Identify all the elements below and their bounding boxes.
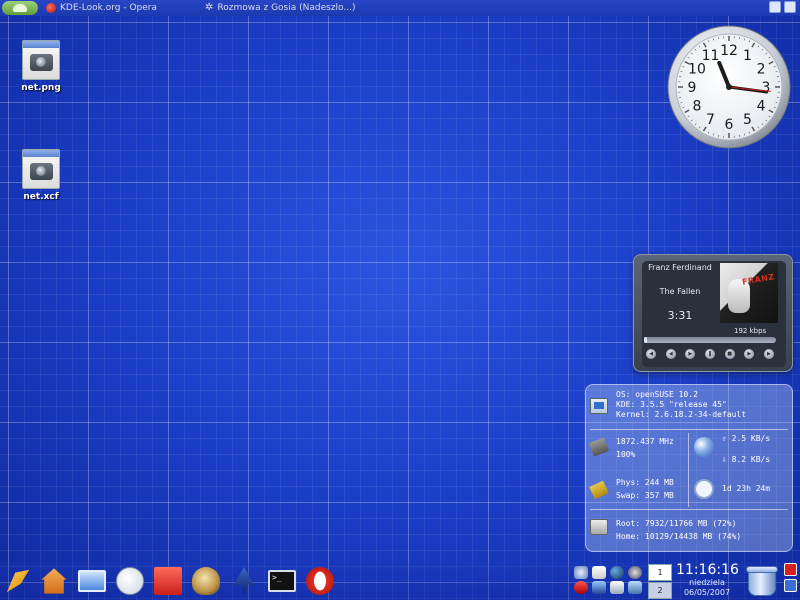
- desktop-pager: 1 2: [648, 564, 672, 599]
- net-download: ⇩ 8.2 KB/s: [722, 455, 771, 464]
- desktop-icon-net-png[interactable]: net.png: [16, 40, 66, 93]
- network-tray-icon[interactable]: [628, 566, 642, 579]
- show-desktop-icon[interactable]: [784, 1, 796, 13]
- cover-text: FRANZ: [741, 272, 776, 287]
- prev-button[interactable]: ◀: [646, 349, 656, 359]
- clock-number: 7: [706, 112, 715, 128]
- clock-number: 12: [720, 43, 738, 59]
- disk-root: Root: 7932/11766 MB (72%): [616, 519, 737, 528]
- window-list-buttons: [769, 1, 796, 13]
- stop-button[interactable]: ■: [724, 349, 735, 359]
- top-taskbar: KDE-Look.org - Opera ✲ Rozmowa z Gosia (…: [0, 0, 800, 16]
- panel-clock-day: niedziela: [689, 578, 725, 587]
- suse-menu-icon[interactable]: [2, 1, 38, 15]
- image-file-icon: [22, 40, 60, 80]
- clock-number: 11: [702, 48, 720, 64]
- inkscape-launcher-icon[interactable]: [228, 565, 260, 597]
- cpu-load: 100%: [616, 450, 636, 459]
- clock-number: 4: [757, 99, 766, 115]
- lock-screen-icon[interactable]: [784, 579, 797, 592]
- chat-tray-icon[interactable]: [574, 581, 588, 594]
- desktop-icon-net-xcf[interactable]: net.xcf: [16, 149, 66, 202]
- network-icon: [694, 437, 714, 457]
- play-button[interactable]: ▶: [685, 349, 696, 359]
- track-artist: Franz Ferdinand: [648, 263, 712, 272]
- media-player-widget: Franz Ferdinand The Fallen 3:31 FRANZ 19…: [633, 254, 793, 372]
- session-buttons: [784, 563, 798, 595]
- memory-phys: Phys: 244 MB: [616, 478, 674, 487]
- update-tray-icon[interactable]: [610, 566, 624, 579]
- pager-desktop-2[interactable]: 2: [648, 582, 672, 599]
- next-button[interactable]: ▶: [763, 349, 774, 359]
- cpu-icon: [588, 437, 610, 457]
- pager-desktop-1[interactable]: 1: [648, 564, 672, 581]
- clock-launcher-icon[interactable]: [114, 565, 146, 597]
- logout-icon[interactable]: [784, 563, 797, 576]
- wireless-tray-icon[interactable]: [592, 581, 606, 594]
- divider: [688, 433, 689, 507]
- net-download-value: 8.2 KB/s: [731, 455, 771, 464]
- panel-clock[interactable]: 11:16:16 niedziela 06/05/2007: [676, 562, 739, 600]
- gimp-launcher-icon[interactable]: [190, 565, 222, 597]
- hard-disk-icon: [590, 519, 608, 535]
- clock-number: 3: [762, 80, 771, 96]
- clock-number: 8: [692, 99, 701, 115]
- bitrate: 192 kbps: [734, 327, 767, 335]
- net-upload-value: 2.5 KB/s: [731, 434, 771, 443]
- system-monitor-widget: OS: openSUSE 10.2 KDE: 3.5.5 "release 45…: [585, 384, 793, 552]
- forward-button[interactable]: ▶: [744, 349, 755, 359]
- track-time: 3:31: [667, 309, 693, 322]
- desktop-icon-label: net.png: [21, 83, 61, 93]
- clock-face: 12 1234567891011: [667, 25, 791, 149]
- clock-number: 9: [688, 80, 697, 96]
- trash-icon[interactable]: [744, 564, 780, 598]
- office-launcher-icon[interactable]: [152, 565, 184, 597]
- keyboard-tray-icon[interactable]: [610, 581, 624, 594]
- track-album: The Fallen: [659, 287, 701, 296]
- gear-icon: ✲: [205, 2, 214, 13]
- clock-number: 2: [757, 62, 766, 78]
- uptime: 1d 23h 24m: [722, 484, 771, 493]
- task-label: Rozmowa z Gosia (Nadeszlo...): [217, 3, 356, 13]
- opera-icon: [46, 3, 56, 13]
- task-chat[interactable]: ✲ Rozmowa z Gosia (Nadeszlo...): [205, 1, 355, 15]
- image-file-icon: [22, 149, 60, 189]
- uptime-icon: [694, 479, 714, 499]
- my-computer-launcher-icon[interactable]: [76, 565, 108, 597]
- volume-tray-icon[interactable]: [574, 566, 588, 579]
- seek-bar[interactable]: [644, 337, 776, 343]
- album-cover: FRANZ: [720, 263, 778, 323]
- player-controls: ◀ ◀ ▶ ❚ ■ ▶ ▶: [646, 349, 774, 359]
- task-opera[interactable]: KDE-Look.org - Opera: [46, 1, 157, 15]
- kernel-info: Kernel: 2.6.18.2-34-default: [616, 410, 747, 419]
- cpu-frequency: 1872.437 MHz: [616, 437, 674, 446]
- monitor-icon: [590, 398, 608, 414]
- home-folder-launcher-icon[interactable]: [38, 565, 70, 597]
- panel-clock-date: 06/05/2007: [683, 588, 731, 597]
- clipboard-tray-icon[interactable]: [592, 566, 606, 579]
- task-label: KDE-Look.org - Opera: [60, 3, 157, 13]
- kwrite-launcher-icon[interactable]: [2, 565, 34, 597]
- panel-clock-time: 11:16:16: [676, 562, 739, 578]
- net-upload: ⇧ 2.5 KB/s: [722, 434, 771, 443]
- clock-number: 5: [743, 112, 752, 128]
- seek-fill: [644, 337, 647, 343]
- clock-number: 1: [743, 48, 752, 64]
- divider: [590, 509, 788, 510]
- desktop-icon-label: net.xcf: [23, 192, 59, 202]
- divider: [590, 429, 788, 430]
- disk-home: Home: 10129/14438 MB (74%): [616, 532, 742, 541]
- analog-clock-widget: 12 1 2 3 4 5 6 7 8 9 10 11: [666, 24, 792, 150]
- memory-swap: Swap: 357 MB: [616, 491, 674, 500]
- system-tray: [574, 566, 646, 594]
- clock-number: 6: [725, 117, 734, 133]
- konsole-launcher-icon[interactable]: [266, 565, 298, 597]
- memory-icon: [589, 480, 609, 500]
- window-list-icon[interactable]: [769, 1, 781, 13]
- pause-button[interactable]: ❚: [704, 349, 715, 359]
- rewind-button[interactable]: ◀: [665, 349, 676, 359]
- opera-launcher-icon[interactable]: [304, 565, 336, 597]
- display-tray-icon[interactable]: [628, 581, 642, 594]
